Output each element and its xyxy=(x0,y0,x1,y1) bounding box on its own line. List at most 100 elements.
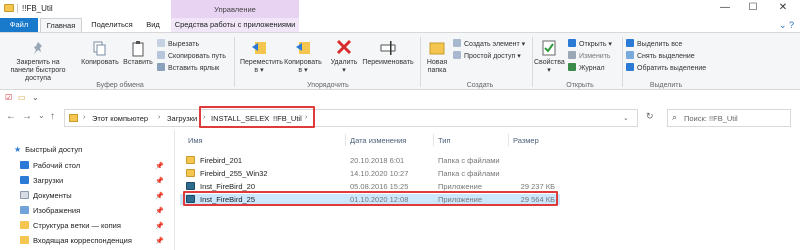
refresh-icon[interactable]: ↻ xyxy=(646,111,654,122)
tab-file[interactable]: Файл xyxy=(0,18,38,32)
properties-icon xyxy=(542,40,556,56)
chevron-right-icon[interactable]: › xyxy=(158,114,160,121)
maximize-button[interactable]: ☐ xyxy=(740,0,766,18)
nav-item-structure-copy[interactable]: Структура ветки — копия xyxy=(20,221,121,230)
move-to-button[interactable]: Переместить в ▾ xyxy=(240,39,283,75)
delete-button[interactable]: Удалить ▾ xyxy=(329,39,359,75)
search-input[interactable]: ⌕ Поиск: !!FB_Util xyxy=(667,109,791,127)
manage-tab[interactable]: Управление xyxy=(171,0,299,18)
crumb-this-pc[interactable]: Этот компьютер xyxy=(92,114,148,123)
ribbon-tabs: Файл Главная Поделиться Вид Средства раб… xyxy=(0,18,800,32)
easy-access-label: Простой доступ ▾ xyxy=(464,53,521,60)
back-icon[interactable]: ← xyxy=(6,111,16,122)
column-divider[interactable] xyxy=(508,134,509,146)
rename-button[interactable]: Переименовать xyxy=(360,39,416,67)
minimize-button[interactable]: — xyxy=(712,0,738,18)
open-button[interactable]: Открыть ▾ xyxy=(568,39,612,49)
quick-access-item[interactable]: ★ Быстрый доступ xyxy=(14,145,82,154)
history-button[interactable]: Журнал xyxy=(568,63,605,73)
address-highlight xyxy=(199,106,315,128)
recent-icon[interactable]: ⌄ xyxy=(38,111,45,120)
nav-item-label: Документы xyxy=(33,191,72,200)
column-divider[interactable] xyxy=(433,134,434,146)
pin-icon[interactable]: 📌 xyxy=(155,192,164,200)
tab-app-tools[interactable]: Средства работы с приложениями xyxy=(171,18,299,32)
crumb-downloads[interactable]: Загрузки xyxy=(167,114,197,123)
paste-button[interactable]: Вставить xyxy=(122,41,154,67)
pin-icon[interactable]: 📌 xyxy=(155,237,164,245)
nav-item-downloads[interactable]: Загрузки xyxy=(20,176,63,185)
group-separator xyxy=(622,37,623,87)
tab-home[interactable]: Главная xyxy=(40,18,82,32)
nav-item-documents[interactable]: Документы xyxy=(20,191,72,200)
column-header-type[interactable]: Тип xyxy=(438,136,451,145)
documents-icon xyxy=(20,191,29,199)
scissors-icon xyxy=(157,39,165,47)
downloads-icon xyxy=(20,176,29,184)
copy-button[interactable]: Копировать xyxy=(80,41,120,67)
folder-icon xyxy=(186,156,195,164)
dropdown-icon[interactable]: ⌄ xyxy=(623,114,629,122)
easy-access-button[interactable]: Простой доступ ▾ xyxy=(453,51,521,61)
copy-to-button[interactable]: Копировать в ▾ xyxy=(283,39,323,75)
paste-shortcut-button[interactable]: Вставить ярлык xyxy=(157,63,219,73)
group-separator xyxy=(532,37,533,87)
move-to-icon xyxy=(252,42,266,54)
forward-icon[interactable]: → xyxy=(22,111,32,122)
tab-view[interactable]: Вид xyxy=(142,18,164,32)
folder-icon xyxy=(20,221,29,229)
pin-icon[interactable]: 📌 xyxy=(155,162,164,170)
delete-icon xyxy=(336,39,352,55)
table-row[interactable]: Firebird_201 20.10.2018 6:01 Папка с фай… xyxy=(180,155,560,166)
nav-item-incoming[interactable]: Входящая корреспонденция xyxy=(20,236,132,245)
move-to-label: Переместить в ▾ xyxy=(240,59,283,74)
file-name: Firebird_255_Win32 xyxy=(200,169,268,178)
properties-label: Свойства ▾ xyxy=(534,59,565,74)
easy-access-icon xyxy=(453,51,461,59)
table-row[interactable]: Firebird_255_Win32 14.10.2020 10:27 Папк… xyxy=(180,168,560,179)
file-date: 20.10.2018 6:01 xyxy=(350,156,405,165)
folder-icon xyxy=(69,114,78,122)
help-icon[interactable]: ⌄ ? xyxy=(779,20,794,31)
nav-item-pictures[interactable]: Изображения xyxy=(20,206,80,215)
copy-label: Копировать xyxy=(81,59,119,66)
nav-item-label: Изображения xyxy=(33,206,81,215)
edit-button[interactable]: Изменить xyxy=(568,51,611,61)
file-size: 29 237 КБ xyxy=(520,182,555,191)
group-separator xyxy=(234,37,235,87)
open-icon xyxy=(568,39,576,47)
checkbox-icon[interactable]: ☑ xyxy=(5,93,12,102)
folder-icon[interactable]: ▭ xyxy=(18,93,26,102)
pin-quick-access-button[interactable]: Закрепить на панели быстрого доступа xyxy=(4,41,72,83)
nav-item-desktop[interactable]: Рабочий стол xyxy=(20,161,80,170)
up-icon[interactable]: ↑ xyxy=(50,111,55,122)
app-icon xyxy=(186,182,195,190)
column-header-date[interactable]: Дата изменения xyxy=(350,136,406,145)
nav-item-label: Рабочий стол xyxy=(33,161,81,170)
tab-share[interactable]: Поделиться xyxy=(84,18,140,32)
create-group-label: Создать xyxy=(466,82,494,89)
pin-icon[interactable]: 📌 xyxy=(155,207,164,215)
select-none-button[interactable]: Снять выделение xyxy=(626,51,695,61)
pin-icon[interactable]: 📌 xyxy=(155,222,164,230)
star-icon: ★ xyxy=(14,145,22,154)
copy-path-button[interactable]: Скопировать путь xyxy=(157,51,226,61)
column-divider[interactable] xyxy=(345,134,346,146)
pin-icon[interactable]: 📌 xyxy=(155,177,164,185)
column-header-name[interactable]: Имя xyxy=(188,136,203,145)
pane-divider[interactable] xyxy=(174,130,175,250)
edit-label: Изменить xyxy=(579,53,611,60)
new-item-button[interactable]: Создать элемент ▾ xyxy=(453,39,525,49)
chevron-right-icon[interactable]: › xyxy=(83,114,85,121)
invert-selection-button[interactable]: Обратить выделение xyxy=(626,63,706,73)
properties-button[interactable]: Свойства ▾ xyxy=(534,39,565,75)
select-all-button[interactable]: Выделить все xyxy=(626,39,682,49)
select-none-label: Снять выделение xyxy=(637,53,695,60)
new-folder-button[interactable]: Новая папка xyxy=(424,39,450,75)
customize-icon[interactable]: ⌄ xyxy=(32,93,39,102)
address-bar[interactable]: › Этот компьютер › Загрузки › INSTALL_SE… xyxy=(64,109,638,127)
column-header-size[interactable]: Размер xyxy=(513,136,539,145)
cut-button[interactable]: Вырезать xyxy=(157,39,199,49)
close-button[interactable]: ✕ xyxy=(770,0,796,18)
select-none-icon xyxy=(626,51,634,59)
